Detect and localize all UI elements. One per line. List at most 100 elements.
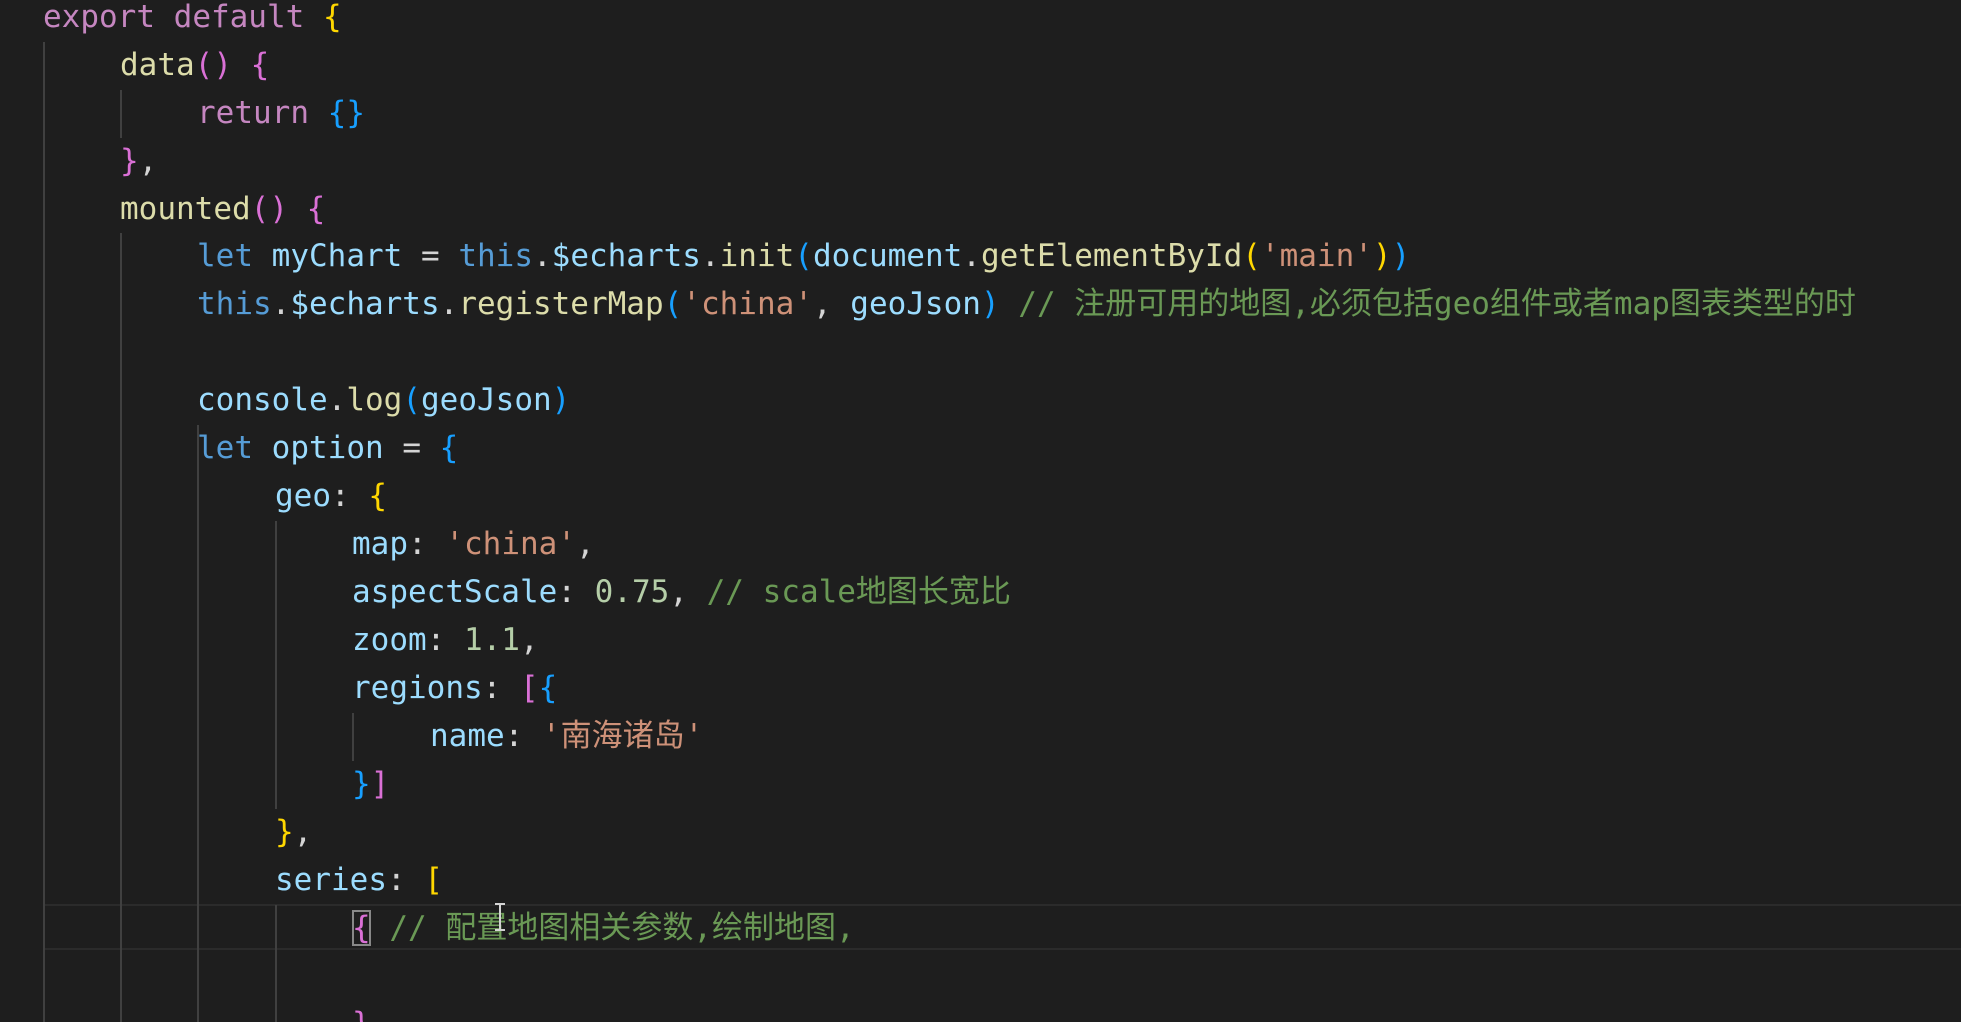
code-line[interactable]: data() { (120, 42, 269, 89)
code-line[interactable]: console.log(geoJson) (197, 377, 570, 424)
code-token: 0.75 (594, 574, 670, 610)
code-line[interactable]: map: 'china', (352, 521, 595, 568)
code-line[interactable]: aspectScale: 0.75, // scale地图长宽比 (352, 569, 1011, 616)
code-line[interactable]: regions: [{ (352, 665, 557, 712)
code-editor[interactable]: export default {data() {return {}}, mount… (0, 0, 1961, 1022)
code-line[interactable]: let option = { (197, 425, 458, 472)
code-token: name (430, 718, 505, 754)
code-token: series (275, 862, 387, 898)
code-token: zoom (352, 622, 427, 658)
code-token: // scale地图长宽比 (706, 574, 1011, 610)
code-token: aspectScale (352, 574, 558, 610)
code-token: $echarts (290, 286, 440, 322)
code-token: ( (663, 286, 683, 322)
code-line[interactable]: this.$echarts.registerMap('china', geoJs… (197, 281, 1856, 328)
code-token: log (346, 382, 403, 418)
code-line[interactable]: export default { (43, 0, 342, 41)
code-line[interactable]: }, (275, 809, 312, 856)
indent-guide (197, 425, 199, 1022)
indent-guide (120, 233, 122, 1022)
code-token: : (504, 718, 542, 754)
code-token: ( (402, 382, 421, 418)
code-token: , (669, 574, 707, 610)
code-token: . (439, 286, 459, 322)
code-line[interactable]: name: '南海诸岛' (430, 713, 703, 760)
code-token: : (331, 478, 369, 514)
code-line[interactable]: series: [ (275, 857, 443, 904)
code-line[interactable]: zoom: 1.1, (352, 617, 539, 664)
code-token: 'china' (682, 286, 813, 322)
code-line[interactable]: mounted() { (120, 186, 325, 233)
code-token: default (173, 0, 305, 35)
code-token: { (322, 0, 342, 35)
code-token: : (557, 574, 595, 610)
code-token: = (402, 238, 459, 274)
code-token: getElementById (980, 238, 1243, 274)
code-token: ) (551, 382, 571, 418)
code-token: , (138, 143, 158, 179)
code-token: { (250, 47, 270, 83)
code-token: let (197, 430, 253, 466)
code-token: = (383, 430, 440, 466)
code-token: this (458, 238, 533, 274)
code-token: , (575, 526, 595, 562)
indent-guide (275, 905, 277, 1022)
code-token: } (352, 766, 371, 802)
code-token: registerMap (458, 286, 664, 322)
code-line[interactable]: return {} (197, 90, 365, 137)
code-line[interactable]: } (352, 1001, 371, 1022)
code-token: this (197, 286, 272, 322)
code-token: : (426, 622, 464, 658)
code-token: map (352, 526, 408, 562)
code-token: {} (327, 95, 365, 131)
code-token: { (352, 910, 371, 946)
code-token: init (719, 238, 795, 274)
indent-guide (120, 90, 122, 138)
code-token: . (532, 238, 552, 274)
indent-guide (352, 713, 354, 761)
code-line[interactable]: geo: { (275, 473, 387, 520)
code-token: regions (352, 670, 483, 706)
code-token: , (812, 286, 851, 322)
indent-guide (275, 521, 277, 809)
code-line[interactable]: { // 配置地图相关参数,绘制地图, (352, 905, 855, 952)
code-token: } (352, 1006, 371, 1022)
code-token: ) (980, 286, 1000, 322)
code-line[interactable]: }, (120, 138, 157, 185)
code-token: ) (1391, 238, 1411, 274)
code-token: geoJson (421, 382, 552, 418)
code-token: // 注册可用的地图,必须包括geo组件或者map图表类型的时 (1018, 286, 1856, 322)
code-token: . (962, 238, 981, 274)
code-token: ) (1372, 238, 1392, 274)
code-token: ] (370, 766, 390, 802)
code-token: console (197, 382, 328, 418)
code-token: let (197, 238, 253, 274)
text-cursor-icon (495, 903, 505, 931)
code-token: geoJson (850, 286, 981, 322)
indent-guide (43, 42, 45, 1022)
code-token: { (306, 191, 326, 227)
code-token: [ (519, 670, 539, 706)
code-token: ( (794, 238, 813, 274)
code-token: geo (275, 478, 331, 514)
code-token: '南海诸岛' (541, 718, 704, 754)
code-line[interactable]: let myChart = this.$echarts.init(documen… (197, 233, 1410, 280)
code-token: , (293, 814, 313, 850)
code-token: , (519, 622, 539, 658)
code-token: () (194, 47, 232, 83)
code-token: . (700, 238, 720, 274)
current-line-highlight (44, 904, 1961, 950)
code-token: document (812, 238, 963, 274)
code-token: 'china' (445, 526, 576, 562)
code-token: () (250, 191, 288, 227)
code-line[interactable]: }] (352, 761, 389, 808)
code-token: data (120, 47, 195, 83)
code-token: : (408, 526, 446, 562)
